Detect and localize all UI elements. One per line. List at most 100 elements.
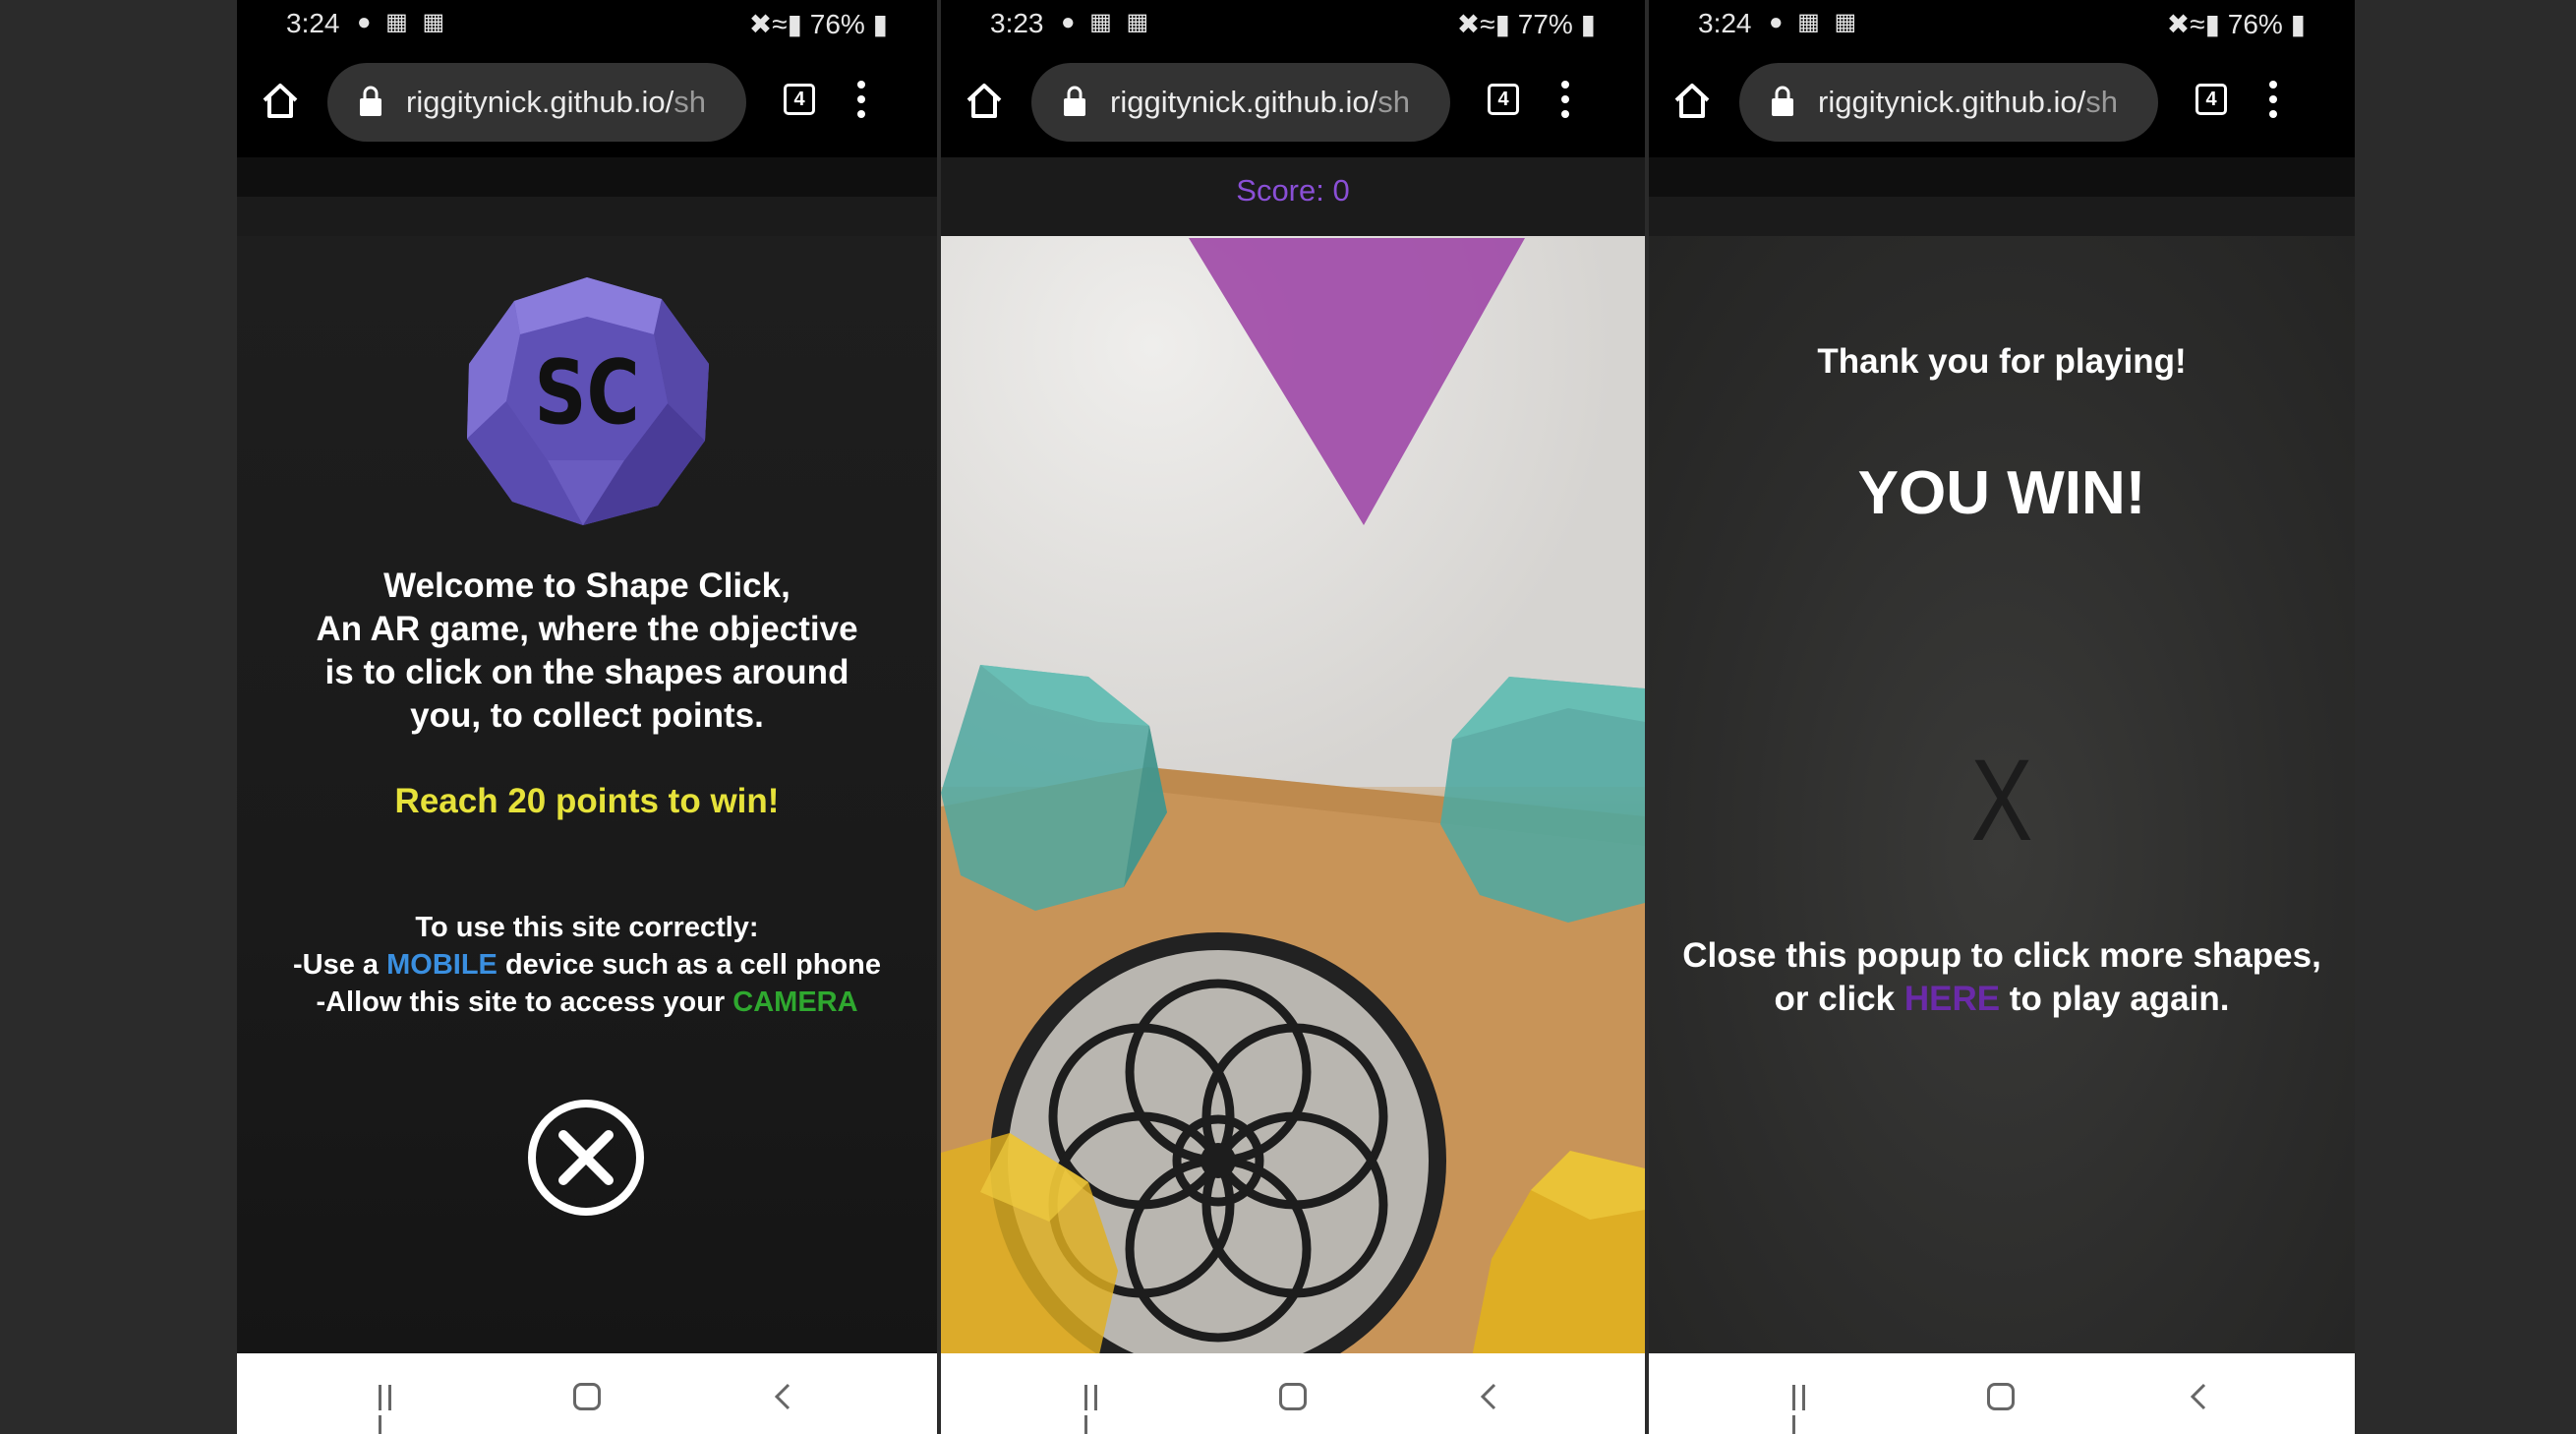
status-bar: 3:24 ● ▦ ▦ ✖≈▮ 76% ▮ [237, 0, 937, 49]
back-icon[interactable] [1474, 1381, 1505, 1412]
top-strip [1649, 157, 2355, 236]
home-icon[interactable] [963, 79, 1006, 122]
welcome-text: Welcome to Shape Click, An AR game, wher… [237, 565, 937, 738]
score-label: Score: 0 [1236, 173, 1350, 208]
phone-screen-win: 3:24 ● ▦ ▦ ✖≈▮ 76% ▮ riggitynick.github.… [1649, 0, 2355, 1434]
browser-toolbar: riggitynick.github.io/sh 4 [237, 49, 937, 157]
recent-apps-icon[interactable] [1792, 1385, 1820, 1434]
tabs-icon[interactable]: 4 [784, 84, 815, 115]
back-icon[interactable] [768, 1381, 799, 1412]
win-popup: Thank you for playing! YOU WIN! X Close … [1649, 236, 2355, 1353]
footer-text: to play again. [2000, 980, 2230, 1018]
welcome-line: you, to collect points. [410, 696, 764, 735]
instructions-title: To use this site correctly: [415, 912, 759, 943]
menu-icon[interactable] [856, 81, 866, 124]
home-button-icon[interactable] [1279, 1383, 1307, 1410]
url-text: riggitynick.github.io/sh [406, 85, 706, 120]
status-right: ✖≈▮ 76% ▮ [2167, 8, 2306, 40]
url-path: sh [1377, 85, 1410, 119]
url-domain: riggitynick.github.io/ [1818, 85, 2086, 119]
close-x-button[interactable]: X [1720, 734, 2284, 867]
menu-icon[interactable] [1560, 81, 1570, 124]
status-bar: 3:24 ● ▦ ▦ ✖≈▮ 76% ▮ [1649, 0, 2355, 49]
top-strip [237, 157, 937, 236]
home-icon[interactable] [1670, 79, 1714, 122]
status-time: 3:23 [990, 8, 1044, 38]
teal-dodecahedron-shape[interactable] [1440, 677, 1645, 923]
home-icon[interactable] [259, 79, 302, 122]
battery-icon: ▮ [864, 9, 888, 39]
welcome-line: Welcome to Shape Click, [383, 567, 790, 605]
status-time: 3:24 [1698, 8, 1752, 38]
phone-screen-game: 3:23 ● ▦ ▦ ✖≈▮ 77% ▮ riggitynick.github.… [941, 0, 1645, 1434]
url-domain: riggitynick.github.io/ [1110, 85, 1378, 119]
status-time: 3:24 [286, 8, 340, 38]
welcome-line: An AR game, where the objective [316, 610, 858, 648]
home-button-icon[interactable] [1987, 1383, 2015, 1410]
logo-text: SC [534, 342, 639, 445]
phone-screen-intro: 3:24 ● ▦ ▦ ✖≈▮ 76% ▮ riggitynick.github.… [237, 0, 937, 1434]
recent-apps-icon[interactable] [379, 1385, 406, 1434]
browser-toolbar: riggitynick.github.io/sh 4 [941, 49, 1645, 157]
tabs-icon[interactable]: 4 [1488, 84, 1519, 115]
battery-level: 76% [809, 9, 865, 39]
yellow-dodecahedron-shape[interactable] [1472, 1151, 1645, 1353]
status-right: ✖≈▮ 76% ▮ [749, 8, 888, 40]
menu-icon[interactable] [2268, 81, 2278, 124]
address-bar[interactable]: riggitynick.github.io/sh [327, 63, 746, 142]
notification-icons: ● ▦ ▦ [1769, 9, 1861, 35]
tabs-icon[interactable]: 4 [2195, 84, 2227, 115]
url-text: riggitynick.github.io/sh [1110, 85, 1410, 120]
status-right: ✖≈▮ 77% ▮ [1457, 8, 1596, 40]
yellow-dodecahedron-shape[interactable] [941, 1133, 1118, 1353]
win-footer: Close this popup to click more shapes, o… [1649, 934, 2355, 1021]
lock-icon [1064, 86, 1085, 116]
recent-apps-icon[interactable] [1084, 1385, 1112, 1434]
status-bar: 3:23 ● ▦ ▦ ✖≈▮ 77% ▮ [941, 0, 1645, 49]
instruction-camera: -Allow this site to access your CAMERA [237, 984, 937, 1021]
thanks-text: Thank you for playing! [1817, 342, 2187, 381]
browser-toolbar: riggitynick.github.io/sh 4 [1649, 49, 2355, 157]
android-nav-bar [237, 1353, 937, 1434]
instruction-text: device such as a cell phone [497, 949, 881, 981]
close-icon [558, 1130, 614, 1185]
purple-triangle-shape[interactable] [1189, 238, 1525, 527]
battery-level: 77% [1517, 9, 1573, 39]
instructions: To use this site correctly: -Use a MOBIL… [237, 909, 937, 1021]
teal-dodecahedron-shape[interactable] [941, 665, 1171, 911]
battery-level: 76% [2227, 9, 2283, 39]
signal-icons: ✖≈▮ [2166, 9, 2228, 39]
signal-icons: ✖≈▮ [1456, 9, 1518, 39]
back-icon[interactable] [2184, 1381, 2215, 1412]
logo-dodecahedron-icon: SC [467, 277, 709, 525]
notification-icons: ● ▦ ▦ [357, 9, 449, 35]
android-nav-bar [1649, 1353, 2355, 1434]
footer-text: or click [1774, 980, 1904, 1018]
footer-line: Close this popup to click more shapes, [1682, 936, 2321, 975]
intro-popup: SC Welcome to Shape Click, An AR game, w… [237, 236, 937, 1353]
footer-line: or click HERE to play again. [1649, 978, 2355, 1021]
battery-icon: ▮ [2282, 9, 2306, 39]
url-path: sh [2085, 85, 2118, 119]
mobile-highlight: MOBILE [386, 949, 498, 981]
close-popup-button[interactable] [526, 1098, 646, 1218]
instruction-text: -Use a [293, 949, 387, 981]
goal-text: Reach 20 points to win! [394, 782, 780, 820]
instruction-mobile: -Use a MOBILE device such as a cell phon… [237, 946, 937, 984]
lock-icon [1772, 86, 1793, 116]
play-again-link[interactable]: HERE [1904, 980, 2000, 1018]
notification-icons: ● ▦ ▦ [1061, 9, 1153, 35]
win-headline: YOU WIN! [1857, 459, 2146, 527]
android-nav-bar [941, 1353, 1645, 1434]
url-domain: riggitynick.github.io/ [406, 85, 674, 119]
home-button-icon[interactable] [573, 1383, 601, 1410]
address-bar[interactable]: riggitynick.github.io/sh [1739, 63, 2158, 142]
lock-icon [360, 86, 381, 116]
address-bar[interactable]: riggitynick.github.io/sh [1031, 63, 1450, 142]
welcome-line: is to click on the shapes around [324, 653, 849, 691]
url-path: sh [673, 85, 706, 119]
camera-highlight: CAMERA [732, 986, 858, 1018]
score-bar: Score: 0 [941, 157, 1645, 236]
instruction-text: -Allow this site to access your [316, 986, 733, 1018]
url-text: riggitynick.github.io/sh [1818, 85, 2118, 120]
